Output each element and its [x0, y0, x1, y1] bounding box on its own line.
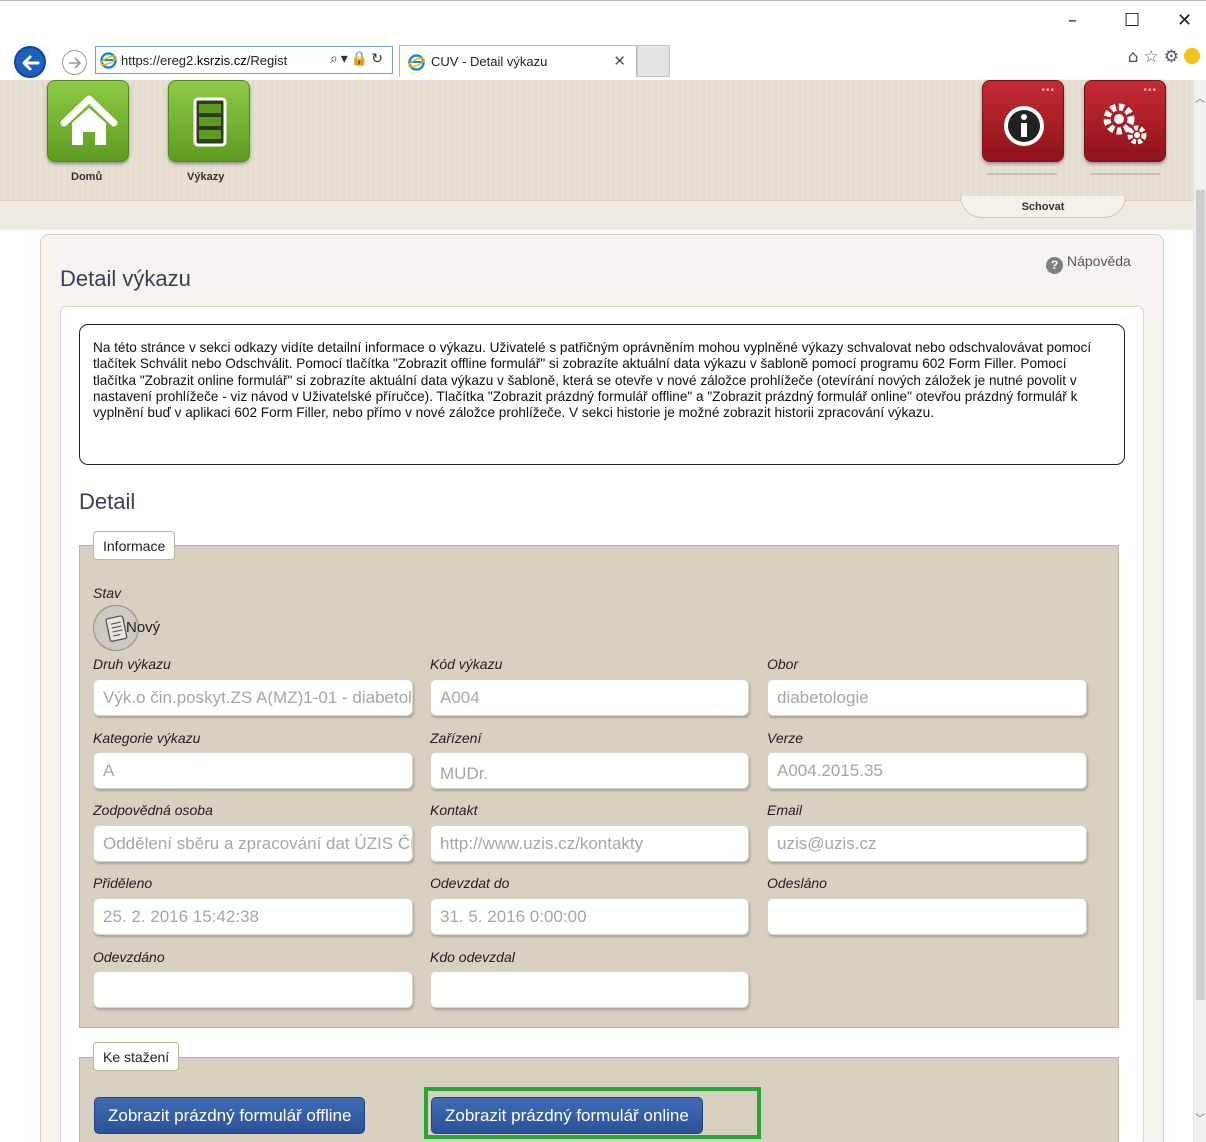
- email-field[interactable]: uzis@uzis.cz: [767, 825, 1087, 862]
- smiley-icon[interactable]: [1184, 48, 1200, 64]
- page-title: Detail výkazu: [60, 266, 191, 291]
- verze-field[interactable]: A004.2015.35: [767, 752, 1087, 789]
- address-tools[interactable]: ⌕▾🔒↻: [330, 51, 386, 67]
- zarizeni-label: Zařízení: [430, 730, 482, 746]
- odevzdat-label: Odevzdat do: [430, 875, 510, 891]
- empty-form-offline-button[interactable]: Zobrazit prázdný formulář offline: [94, 1097, 366, 1134]
- url-domain: ksrzis.cz: [196, 53, 247, 68]
- chevron-up-icon[interactable]: ︿: [1195, 90, 1205, 105]
- chevron-down-icon[interactable]: ﹀: [1195, 1110, 1205, 1125]
- kdo-field[interactable]: [430, 971, 749, 1008]
- list-icon: [193, 97, 227, 147]
- home-label: Domů: [71, 171, 103, 183]
- forward-button[interactable]: [62, 50, 87, 75]
- url-suffix: /Regist: [246, 53, 288, 68]
- state-value: Nový: [126, 619, 161, 636]
- osoba-label: Zodpovědná osoba: [93, 802, 213, 818]
- help-link[interactable]: ? Nápověda: [1046, 253, 1131, 274]
- divider: [1090, 173, 1160, 175]
- hide-header-tab[interactable]: Schovat: [960, 196, 1126, 218]
- state-label: Stav: [93, 585, 122, 601]
- arrow-left-icon: [22, 55, 40, 71]
- verze-label: Verze: [767, 730, 804, 746]
- highlight-box: [424, 1087, 761, 1139]
- reports-tile[interactable]: [168, 80, 250, 162]
- gear-icon[interactable]: ⚙: [1164, 47, 1184, 67]
- minimize-button[interactable]: –: [1068, 11, 1077, 31]
- page-scrollbar[interactable]: ︿ ﹀: [1193, 80, 1206, 1142]
- browser-toolbar-icons: ⌂☆⚙: [1128, 47, 1200, 67]
- help-label: Nápověda: [1067, 253, 1131, 269]
- osoba-field[interactable]: Oddělení sběru a zpracování dat ÚZIS ČR: [93, 825, 413, 862]
- redaction-mask: [492, 761, 605, 783]
- zarizeni-field[interactable]: MUDr.: [430, 752, 749, 789]
- email-label: Email: [767, 802, 803, 818]
- prideleno-field[interactable]: 25. 2. 2016 15:42:38: [93, 898, 413, 935]
- kontakt-field[interactable]: http://www.uzis.cz/kontakty: [430, 825, 749, 862]
- druh-field[interactable]: Výk.o čin.poskyt.ZS A(MZ)1-01 - diabetol…: [93, 679, 413, 716]
- url-prefix: https://ereg2.: [121, 53, 197, 68]
- odevzdano-label: Odevzdáno: [93, 949, 165, 965]
- kdo-label: Kdo odevzdal: [430, 949, 515, 965]
- odevzdat-field[interactable]: 31. 5. 2016 0:00:00: [430, 898, 749, 935]
- ie-logo-icon: [408, 54, 425, 71]
- url-text: https://ereg2.ksrzis.cz/Regist: [121, 53, 287, 68]
- divider: [987, 173, 1057, 175]
- zarizeni-value: MUDr.: [440, 764, 489, 783]
- close-tab-icon[interactable]: ✕: [613, 52, 626, 70]
- close-window-button[interactable]: ✕: [1177, 11, 1192, 31]
- odevzdano-field[interactable]: [93, 971, 413, 1008]
- tile-dots: •••: [1041, 85, 1055, 96]
- odeslano-field[interactable]: [767, 898, 1087, 935]
- section-title-detail: Detail: [79, 489, 136, 514]
- home-icon[interactable]: ⌂: [1128, 47, 1144, 67]
- info-legend: Informace: [93, 531, 176, 560]
- obor-label: Obor: [767, 656, 799, 672]
- info-tile[interactable]: •••: [982, 80, 1064, 162]
- home-tile[interactable]: [47, 80, 129, 162]
- info-text-box: Na této stránce v sekci odkazy vidíte de…: [79, 324, 1125, 465]
- kod-label: Kód výkazu: [430, 656, 503, 672]
- house-icon: [60, 95, 118, 145]
- kategorie-label: Kategorie výkazu: [93, 730, 201, 746]
- browser-chrome: – ☐ ✕ https://ereg2.ksrzis.cz/Regist ⌕▾🔒…: [0, 0, 1206, 80]
- download-legend: Ke stažení: [93, 1042, 180, 1071]
- hide-label: Schovat: [1021, 201, 1065, 213]
- maximize-button[interactable]: ☐: [1124, 11, 1140, 31]
- kontakt-label: Kontakt: [430, 802, 478, 818]
- ie-logo-icon: [100, 52, 117, 69]
- address-bar[interactable]: https://ereg2.ksrzis.cz/Regist ⌕▾🔒↻: [95, 46, 393, 74]
- obor-field[interactable]: diabetologie: [767, 679, 1087, 716]
- scroll-thumb[interactable]: [1196, 190, 1205, 1000]
- arrow-right-icon: [69, 57, 82, 69]
- settings-tile[interactable]: •••: [1084, 80, 1166, 162]
- kod-field[interactable]: A004: [430, 679, 749, 716]
- kategorie-field[interactable]: A: [93, 752, 413, 789]
- new-tab-button[interactable]: [637, 45, 670, 77]
- tab-title: CUV - Detail výkazu: [431, 54, 548, 69]
- star-icon[interactable]: ☆: [1144, 47, 1164, 67]
- back-button[interactable]: [14, 46, 46, 78]
- browser-tab-active[interactable]: CUV - Detail výkazu ✕: [399, 45, 637, 77]
- question-icon: ?: [1046, 257, 1063, 274]
- prideleno-label: Přiděleno: [93, 875, 153, 891]
- odeslano-label: Odesláno: [767, 875, 827, 891]
- reports-label: Výkazy: [187, 171, 225, 183]
- druh-label: Druh výkazu: [93, 656, 171, 672]
- tile-dots: •••: [1143, 85, 1157, 96]
